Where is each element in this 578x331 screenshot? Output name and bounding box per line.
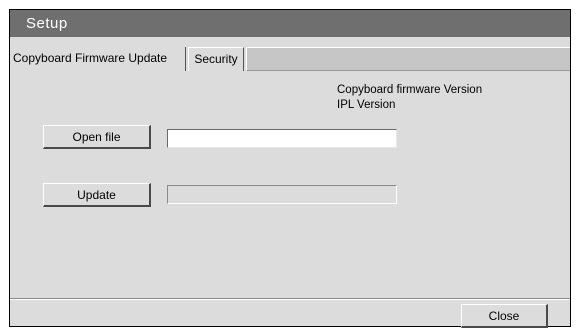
version-info: Copyboard firmware Version IPL Version [337, 83, 482, 113]
ipl-version-label: IPL Version [337, 99, 396, 111]
file-path-field[interactable] [167, 129, 397, 148]
close-button[interactable]: Close [461, 304, 548, 328]
setup-window: Setup Copyboard Firmware Update Security… [9, 9, 571, 328]
update-progress-bar [167, 185, 397, 204]
tab-copyboard-firmware-update[interactable]: Copyboard Firmware Update [10, 47, 186, 71]
open-file-button[interactable]: Open file [43, 125, 151, 149]
tab-strip: Copyboard Firmware Update Security [10, 47, 570, 71]
window-title: Setup [10, 10, 570, 37]
firmware-version-label: Copyboard firmware Version [337, 84, 483, 96]
tab-security[interactable]: Security [188, 47, 244, 71]
tab-strip-filler [246, 47, 570, 71]
update-button[interactable]: Update [43, 183, 151, 207]
footer-divider [10, 298, 570, 300]
